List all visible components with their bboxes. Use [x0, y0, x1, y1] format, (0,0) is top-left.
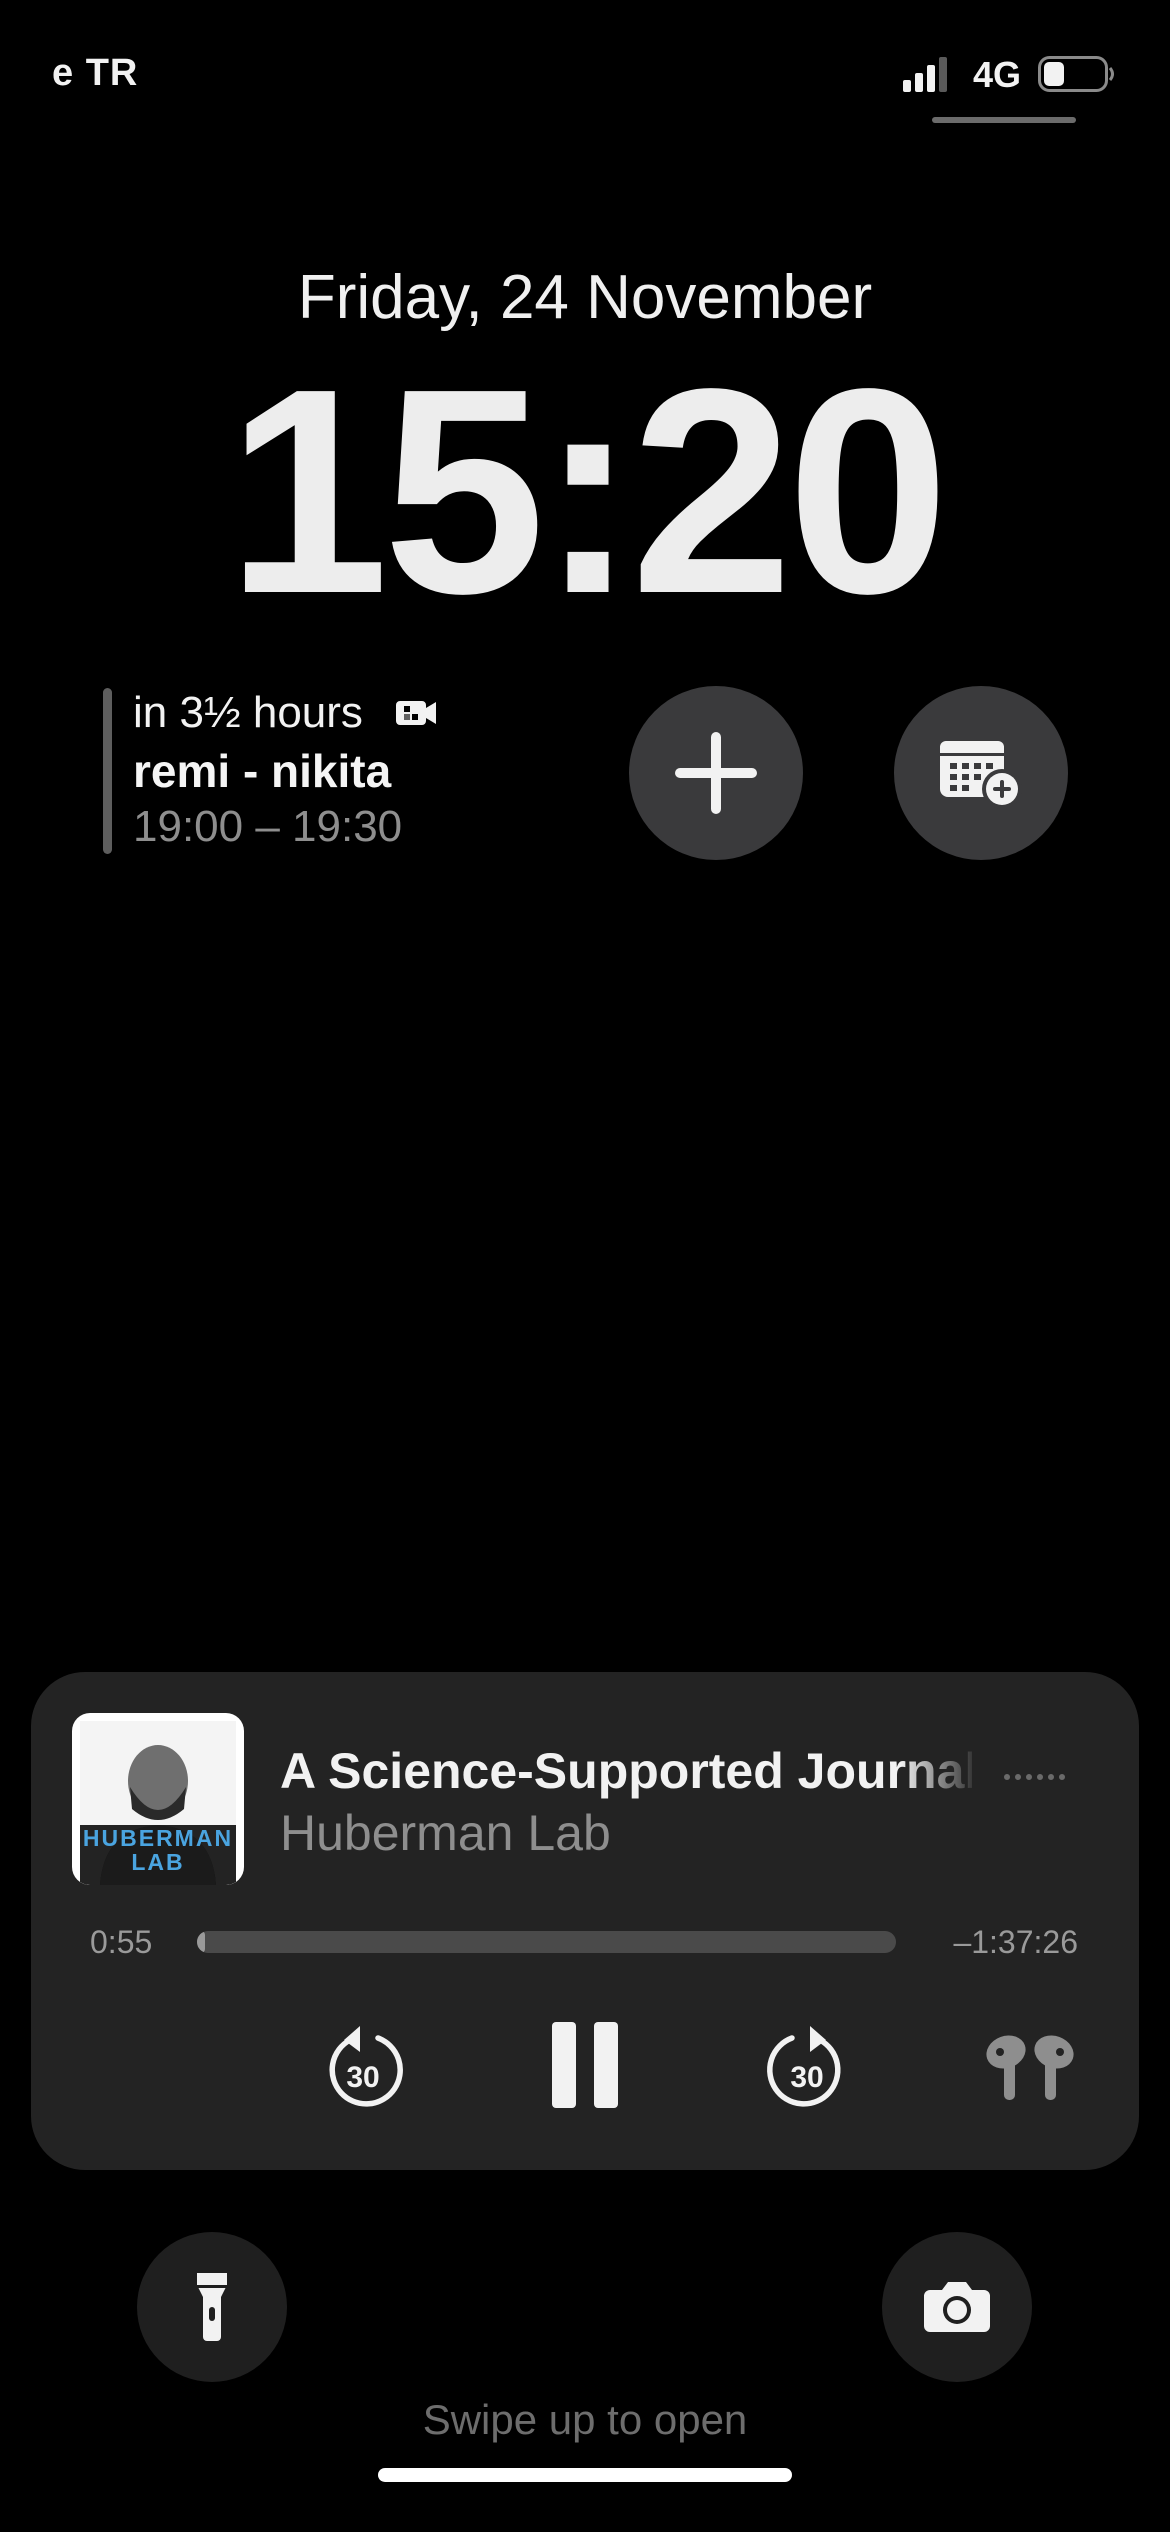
home-indicator[interactable]: [378, 2468, 792, 2482]
flashlight-button[interactable]: [137, 2232, 287, 2382]
playback-scrubber[interactable]: [197, 1931, 896, 1953]
status-bar-handle[interactable]: [932, 117, 1076, 123]
artwork-text-2: LAB: [131, 1849, 185, 1875]
event-title[interactable]: remi - nikita: [133, 744, 391, 798]
lock-date: Friday, 24 November: [297, 263, 873, 332]
podcast-artwork[interactable]: HUBERMAN LAB: [72, 1713, 244, 1885]
flashlight-icon: [197, 2273, 227, 2341]
svg-text:30: 30: [346, 2061, 379, 2094]
plus-icon: [675, 732, 757, 814]
carrier-name: e TR: [52, 52, 139, 94]
skip-back-30-button[interactable]: 30: [320, 2018, 406, 2116]
battery-icon: [1038, 56, 1114, 92]
calendar-add-icon: [940, 741, 1022, 809]
cellular-signal-icon: [903, 57, 947, 92]
track-artist[interactable]: Huberman Lab: [280, 1804, 611, 1862]
new-calendar-event-button[interactable]: [894, 686, 1068, 860]
add-shortcut-button[interactable]: [629, 686, 803, 860]
video-camera-icon: [396, 701, 436, 725]
svg-text:30: 30: [790, 2061, 823, 2094]
camera-icon: [924, 2282, 990, 2332]
network-type: 4G: [973, 54, 1022, 95]
skip-forward-30-button[interactable]: 30: [764, 2018, 850, 2116]
more-dots-icon[interactable]: [1003, 1772, 1067, 1782]
skip-back-icon: 30: [329, 2026, 403, 2107]
skip-forward-icon: 30: [767, 2026, 841, 2107]
camera-button[interactable]: [882, 2232, 1032, 2382]
lock-time: 15:20: [226, 328, 950, 654]
track-title[interactable]: A Science-Supported Journal: [280, 1742, 972, 1800]
audio-output-button[interactable]: [976, 2030, 1084, 2104]
event-time-range[interactable]: 19:00 – 19:30: [133, 802, 402, 852]
pause-button[interactable]: [548, 2018, 622, 2112]
pause-icon: [552, 2022, 618, 2108]
artwork-text-1: HUBERMAN: [82, 1825, 234, 1851]
event-color-bar: [103, 688, 112, 854]
title-fade: [900, 1740, 980, 1800]
airpods-icon: [986, 2035, 1074, 2100]
swipe-up-hint: Swipe up to open: [422, 2396, 748, 2443]
event-relative-time[interactable]: in 3½ hours: [133, 688, 363, 738]
elapsed-time: 0:55: [90, 1924, 153, 1960]
remaining-time: –1:37:26: [953, 1924, 1078, 1960]
